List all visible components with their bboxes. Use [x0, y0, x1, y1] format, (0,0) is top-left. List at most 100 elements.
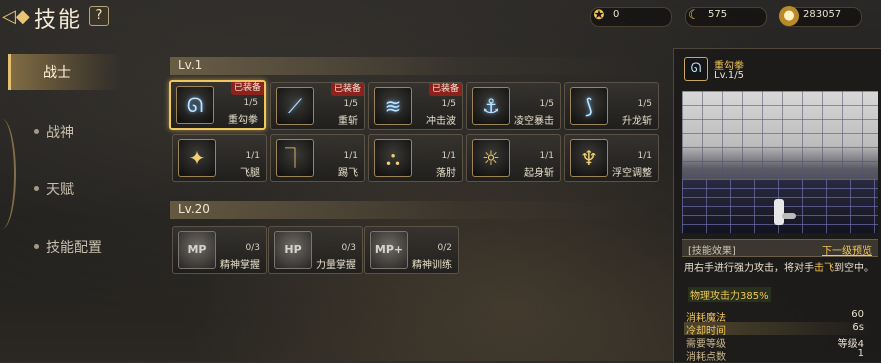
- skill-level: 1/1: [441, 151, 456, 161]
- moon-coin-icon: ☾: [688, 8, 700, 23]
- stat-row: 消耗魔法 60: [684, 309, 874, 324]
- skill-level: 1/1: [539, 151, 554, 161]
- skill-tile[interactable]: HP 0/3 力量掌握: [268, 226, 363, 274]
- skill-tile[interactable]: ⟆ 1/5 升龙斩: [564, 82, 659, 130]
- skill-tile[interactable]: MP+ 0/2 精神训练: [364, 226, 459, 274]
- uppercut-icon: ᘏ: [176, 86, 214, 124]
- skill-name: 精神掌握: [220, 260, 260, 271]
- skill-level: 0/3: [245, 243, 260, 253]
- skill-level: 1/5: [343, 99, 358, 109]
- skill-name: 踢飞: [338, 168, 358, 179]
- skill-tile[interactable]: ✦ 1/1 飞腿: [172, 134, 267, 182]
- skill-detail-panel: ᘏ 重勾拳 Lv.1/5 [技能效果] 下一级预览 用右手进行强力攻击，将对手击…: [673, 48, 881, 363]
- sidebar-item-warrior[interactable]: 战士: [8, 54, 121, 90]
- sidebar-item-label: 战神: [46, 125, 74, 141]
- description-text: 用右手进行强力攻击，将对手: [684, 263, 814, 274]
- skill-tile[interactable]: ≋ 已装备 1/5 冲击波: [368, 82, 463, 130]
- stat-row: 需要等级 等级4: [684, 335, 874, 350]
- skill-name: 冲击波: [426, 116, 456, 127]
- bullet-dot: [34, 129, 39, 134]
- class-sidebar: 战士 战神 天赋 技能配置: [0, 44, 150, 361]
- sidebar-item-label: 技能配置: [46, 240, 102, 256]
- skill-name: 起身斩: [524, 168, 554, 179]
- skill-name: 精神训练: [412, 260, 452, 271]
- skill-level: 0/3: [341, 243, 356, 253]
- sidebar-item-label: 战士: [43, 65, 71, 81]
- diamond-coin-icon: ✪: [593, 8, 605, 23]
- skill-level: 1/5: [441, 99, 456, 109]
- slash-icon: ⟋: [276, 87, 314, 125]
- skill-name: 浮空调整: [612, 168, 652, 179]
- skill-tile[interactable]: ⟋ 已装备 1/5 重斩: [270, 82, 365, 130]
- shockwave-icon: ≋: [374, 87, 412, 125]
- stat-value: 6s: [852, 322, 864, 333]
- skill-name: 升龙斩: [622, 116, 652, 127]
- effect-bar: [技能效果] 下一级预览: [682, 239, 878, 257]
- currency-value: 283057: [803, 9, 842, 20]
- section-title: Lv.20: [178, 202, 210, 216]
- stat-row: 消耗点数 1: [684, 348, 874, 363]
- hp-mastery-icon: HP: [274, 231, 312, 269]
- description-keyword: 击飞: [814, 263, 834, 274]
- rising-slash-icon: ☼: [472, 139, 510, 177]
- skill-tile[interactable]: ☼ 1/1 起身斩: [466, 134, 561, 182]
- skill-level: 1/1: [637, 151, 652, 161]
- damage-value: 物理攻击力385%: [688, 287, 771, 302]
- equipped-badge: 已装备: [230, 82, 264, 95]
- stat-value: 60: [851, 309, 864, 320]
- flying-kick-icon: ✦: [178, 139, 216, 177]
- bullet-dot: [34, 186, 39, 191]
- skill-level: 1/1: [343, 151, 358, 161]
- skill-preview-video[interactable]: [682, 91, 878, 233]
- skill-name: 重勾拳: [228, 115, 258, 126]
- skill-tile[interactable]: ⏋ 1/1 踢飞: [270, 134, 365, 182]
- top-bar: ◁◆ 技能 ? ✪ 0 ☾ 575 ● 283057: [0, 0, 881, 33]
- next-level-preview-link[interactable]: 下一级预览: [822, 242, 872, 257]
- skill-tile[interactable]: ᘏ 已装备 1/5 重勾拳: [169, 80, 266, 130]
- kick-up-icon: ⏋: [276, 139, 314, 177]
- mp-training-icon: MP+: [370, 231, 408, 269]
- skill-level: 1/5: [243, 98, 258, 108]
- skill-level: 0/2: [437, 243, 452, 253]
- mp-mastery-icon: MP: [178, 231, 216, 269]
- equipped-badge: 已装备: [330, 83, 364, 96]
- skill-tile[interactable]: ⚓ 1/5 凌空暴击: [466, 82, 561, 130]
- currency-diamond: ✪ 0: [590, 7, 672, 27]
- currency-moon: ☾ 575: [685, 7, 767, 27]
- sidebar-item-skill-config[interactable]: 技能配置: [8, 229, 118, 265]
- skill-tile[interactable]: ♆ 1/1 浮空调整: [564, 134, 659, 182]
- rising-dragon-icon: ⟆: [570, 87, 608, 125]
- sidebar-item-talent[interactable]: 天赋: [8, 171, 118, 207]
- aerial-strike-icon: ⚓: [472, 87, 510, 125]
- description-text: 到空中。: [834, 263, 874, 274]
- skill-name: 落肘: [436, 168, 456, 179]
- page-title: 技能: [34, 8, 83, 33]
- gold-coin-icon: ●: [779, 6, 799, 26]
- preview-target: [782, 213, 796, 219]
- skill-name: 重斩: [338, 116, 358, 127]
- stat-row: 冷却时间 6s: [684, 322, 874, 337]
- skill-name: 凌空暴击: [514, 116, 554, 127]
- skill-tile[interactable]: MP 0/3 精神掌握: [172, 226, 267, 274]
- sidebar-item-label: 天赋: [46, 182, 74, 198]
- skill-name: 力量掌握: [316, 260, 356, 271]
- sidebar-item-war-god[interactable]: 战神: [8, 114, 118, 150]
- currency-value: 575: [708, 9, 728, 20]
- bullet-dot: [34, 244, 39, 249]
- skill-level: 1/5: [637, 99, 652, 109]
- back-arrow-icon[interactable]: ◁◆: [2, 6, 30, 28]
- currency-gold: ● 283057: [779, 6, 862, 27]
- stat-value: 1: [857, 348, 864, 359]
- skill-level: 1/5: [539, 99, 554, 109]
- section-title: Lv.1: [178, 58, 203, 72]
- equipped-badge: 已装备: [428, 83, 462, 96]
- effect-label: [技能效果]: [688, 246, 736, 257]
- help-button[interactable]: ?: [89, 6, 109, 26]
- skill-tile[interactable]: ⛬ 1/1 落肘: [368, 134, 463, 182]
- section-header-lv1: Lv.1: [170, 57, 654, 75]
- skill-name: 飞腿: [240, 168, 260, 179]
- preview-character: [774, 199, 784, 225]
- skill-level: 1/1: [245, 151, 260, 161]
- currency-value: 0: [613, 9, 620, 20]
- elbow-drop-icon: ⛬: [374, 139, 412, 177]
